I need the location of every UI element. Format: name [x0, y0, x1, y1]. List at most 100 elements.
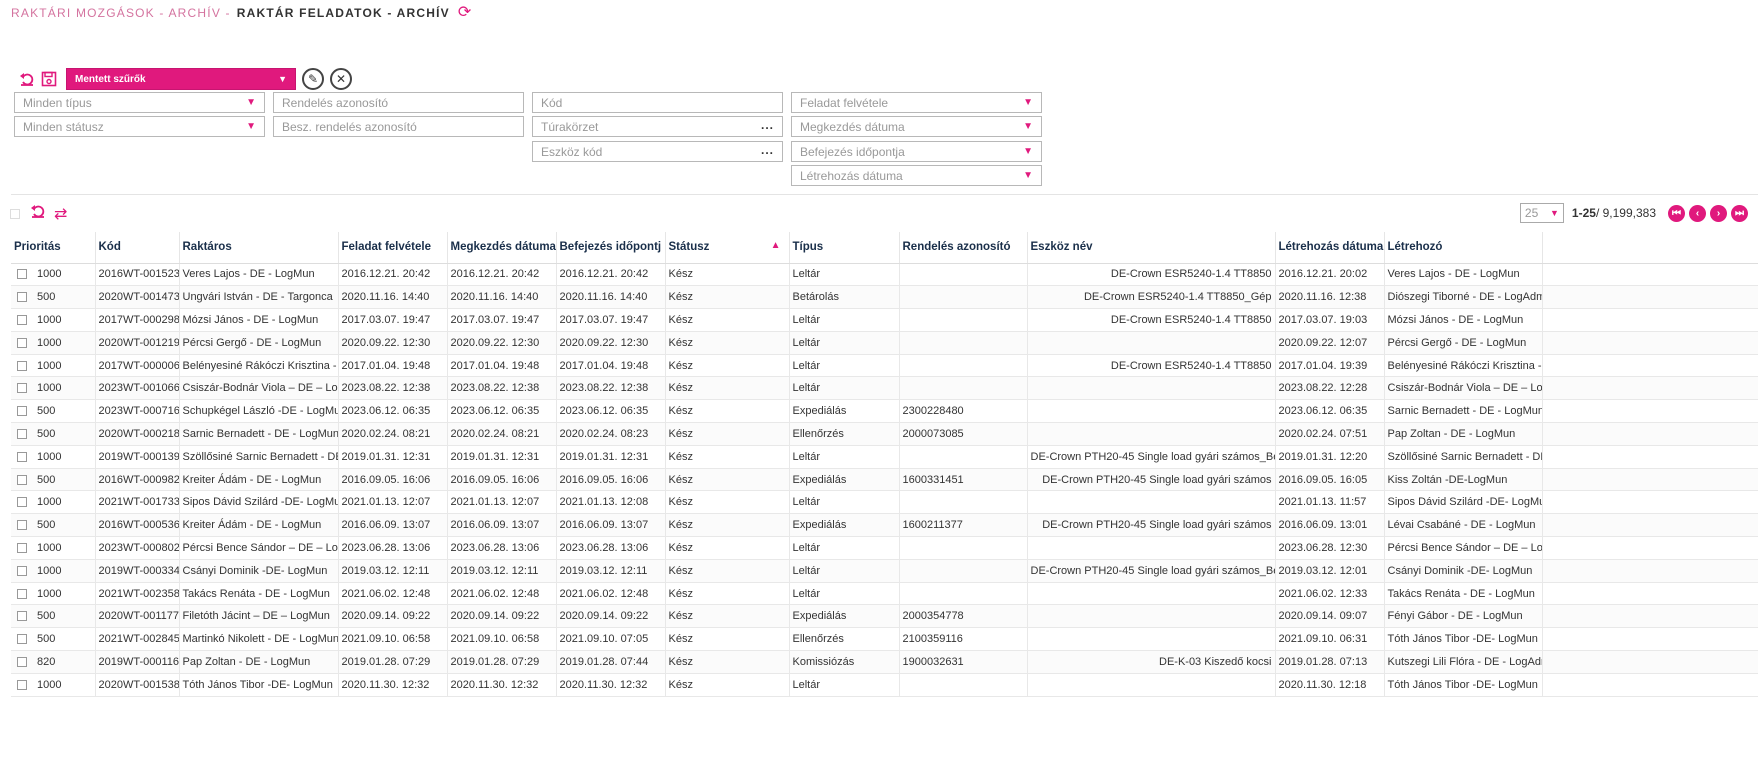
table-row[interactable]: 1000 2016WT-0015230 Veres Lajos - DE - Log…: [11, 263, 1758, 287]
table-row[interactable]: 500 2016WT-0005369 Kreiter Ádám - DE - Log…: [11, 513, 1758, 538]
cell-start-date: 2023.06.12. 06:35: [447, 399, 557, 424]
purchase-order-id-input[interactable]: Besz. rendelés azonosító: [273, 116, 524, 137]
row-checkbox[interactable]: [17, 474, 27, 485]
col-finish-time[interactable]: Befejezés időpontj: [556, 232, 666, 264]
row-checkbox[interactable]: [17, 292, 27, 303]
type-filter[interactable]: Minden típus ▼: [14, 92, 265, 113]
cell-creator: Pércsi Gergő - DE - LogMun: [1384, 331, 1543, 355]
table-row[interactable]: 1000 2023WT-0010668 Csiszár-Bodnár Viola –…: [11, 376, 1758, 401]
table-row[interactable]: 1000 2021WT-0017333 Sipos Dávid Szilárd -D…: [11, 490, 1758, 515]
order-id-input[interactable]: Rendelés azonosító: [273, 92, 524, 113]
row-checkbox[interactable]: [17, 679, 27, 690]
table-row[interactable]: 500 2016WT-0009822 Kreiter Ádám - DE - Log…: [11, 468, 1758, 492]
cell-filler: [1542, 445, 1758, 469]
cell-created-date: 2021.01.13. 11:57: [1275, 490, 1385, 515]
table-row[interactable]: 500 2020WT-0014737 Ungvári István - DE - T…: [11, 285, 1758, 310]
table-row[interactable]: 1000 2021WT-0023584 Takács Renáta - DE - L…: [11, 582, 1758, 606]
more-options-icon[interactable]: ...: [761, 118, 774, 132]
saved-filters-select[interactable]: Mentett szűrők ▼: [66, 68, 296, 90]
table-row[interactable]: 1000 2017WT-0000062 Belényesiné Rákóczi Kr…: [11, 354, 1758, 378]
reset-filters-icon[interactable]: [16, 68, 38, 90]
save-icon[interactable]: [38, 68, 60, 90]
cell-order-id: [899, 559, 1028, 583]
prev-page-icon[interactable]: ‹: [1689, 204, 1706, 222]
cell-code: 2023WT-0007160: [95, 399, 180, 424]
row-checkbox[interactable]: [17, 565, 27, 576]
row-checkbox[interactable]: [17, 269, 27, 280]
tour-zone-input[interactable]: Túrakörzet...: [532, 116, 783, 137]
last-page-icon[interactable]: ⏭: [1731, 204, 1748, 222]
created-date-filter[interactable]: Létrehozás dátuma ▼: [791, 165, 1042, 186]
cell-status: Kész: [665, 627, 790, 652]
cell-start-date: 2016.06.09. 13:07: [447, 513, 557, 538]
col-status[interactable]: Státusz ▲: [665, 232, 790, 264]
status-filter[interactable]: Minden státusz ▼: [14, 116, 265, 137]
col-start-date[interactable]: Megkezdés dátuma: [447, 232, 557, 264]
col-code[interactable]: Kód: [95, 232, 180, 264]
cell-worker: Szöllősiné Sarnic Bernadett - DE -: [179, 445, 339, 469]
device-code-input[interactable]: Eszköz kód...: [532, 141, 783, 162]
cell-created-date: 2021.06.02. 12:33: [1275, 582, 1385, 606]
cell-creator: Diószegi Tiborné - DE - LogAdmin: [1384, 285, 1543, 310]
close-icon[interactable]: ✕: [330, 68, 352, 90]
col-order-id[interactable]: Rendelés azonosító: [899, 232, 1028, 264]
cell-priority: 1000: [11, 673, 96, 697]
start-date-filter[interactable]: Megkezdés dátuma ▼: [791, 116, 1042, 137]
table-row[interactable]: 1000 2020WT-0015388 Tóth János Tibor -DE- …: [11, 673, 1758, 697]
cell-finish-time: 2016.06.09. 13:07: [556, 513, 666, 538]
cell-order-id: 2000354778: [899, 604, 1028, 629]
col-created-date[interactable]: Létrehozás dátuma: [1275, 232, 1385, 264]
row-checkbox[interactable]: [17, 543, 27, 554]
col-worker[interactable]: Raktáros: [179, 232, 339, 264]
row-checkbox[interactable]: [17, 315, 27, 326]
select-all-checkbox[interactable]: [10, 208, 20, 219]
col-type[interactable]: Típus: [789, 232, 900, 264]
col-task-received[interactable]: Feladat felvétele: [338, 232, 448, 264]
row-checkbox[interactable]: [17, 657, 27, 668]
row-checkbox[interactable]: [17, 337, 27, 348]
row-checkbox[interactable]: [17, 634, 27, 645]
first-page-icon[interactable]: ⏮: [1668, 204, 1685, 222]
edit-icon[interactable]: ✎: [302, 68, 324, 90]
table-row[interactable]: 820 2019WT-0001160 Pap Zoltan - DE - LogMu…: [11, 650, 1758, 674]
swap-columns-icon[interactable]: ⇄: [54, 204, 67, 224]
table-row[interactable]: 500 2021WT-0028459 Martinkó Nikolett - DE …: [11, 627, 1758, 652]
refresh-icon[interactable]: ⟳: [458, 5, 473, 21]
breadcrumb-parent[interactable]: RAKTÁRI MOZGÁSOK - ARCHÍV -: [11, 6, 231, 20]
code-input[interactable]: Kód: [532, 92, 783, 113]
row-checkbox[interactable]: [17, 611, 27, 622]
reset-icon[interactable]: [30, 203, 46, 224]
cell-start-date: 2017.01.04. 19:48: [447, 354, 557, 378]
table-row[interactable]: 1000 2019WT-0001394 Szöllősiné Sarnic Bern…: [11, 445, 1758, 469]
col-priority[interactable]: Prioritás: [11, 232, 96, 264]
table-row[interactable]: 500 2020WT-0011770 Filetóth Jácint – DE – …: [11, 604, 1758, 629]
table-row[interactable]: 1000 2019WT-0003348 Csányi Dominik -DE- Lo…: [11, 559, 1758, 583]
row-checkbox[interactable]: [17, 360, 27, 371]
cell-status: Kész: [665, 263, 790, 287]
page-size-select[interactable]: 25 ▼: [1519, 203, 1564, 223]
next-page-icon[interactable]: ›: [1710, 204, 1727, 222]
cell-task-received: 2023.08.22. 12:38: [338, 376, 448, 401]
row-checkbox[interactable]: [17, 429, 27, 440]
row-checkbox[interactable]: [17, 497, 27, 508]
table-row[interactable]: 1000 2017WT-0002983 Mózsi János - DE - Log…: [11, 308, 1758, 332]
table-row[interactable]: 500 2023WT-0007160 Schupkégel László -DE -…: [11, 399, 1758, 424]
cell-code: 2023WT-0008020: [95, 536, 180, 560]
col-device-name[interactable]: Eszköz név: [1027, 232, 1276, 264]
table-row[interactable]: 500 2020WT-0002182 Sarnic Bernadett - DE -…: [11, 422, 1758, 446]
row-checkbox[interactable]: [17, 451, 27, 462]
row-checkbox[interactable]: [17, 520, 27, 531]
cell-worker: Tóth János Tibor -DE- LogMun: [179, 673, 339, 697]
finish-time-filter[interactable]: Befejezés időpontja ▼: [791, 141, 1042, 162]
table-row[interactable]: 1000 2023WT-0008020 Pércsi Bence Sándor – …: [11, 536, 1758, 560]
more-options-icon[interactable]: ...: [761, 143, 774, 157]
col-creator[interactable]: Létrehozó: [1384, 232, 1543, 264]
code-placeholder: Kód: [541, 95, 563, 110]
row-checkbox[interactable]: [17, 383, 27, 394]
task-received-filter[interactable]: Feladat felvétele ▼: [791, 92, 1042, 113]
table-row[interactable]: 1000 2020WT-0012190 Pércsi Gergő - DE - Lo…: [11, 331, 1758, 355]
cell-task-received: 2020.02.24. 08:21: [338, 422, 448, 446]
row-checkbox[interactable]: [17, 406, 27, 417]
row-checkbox[interactable]: [17, 588, 27, 599]
cell-order-id: [899, 673, 1028, 697]
